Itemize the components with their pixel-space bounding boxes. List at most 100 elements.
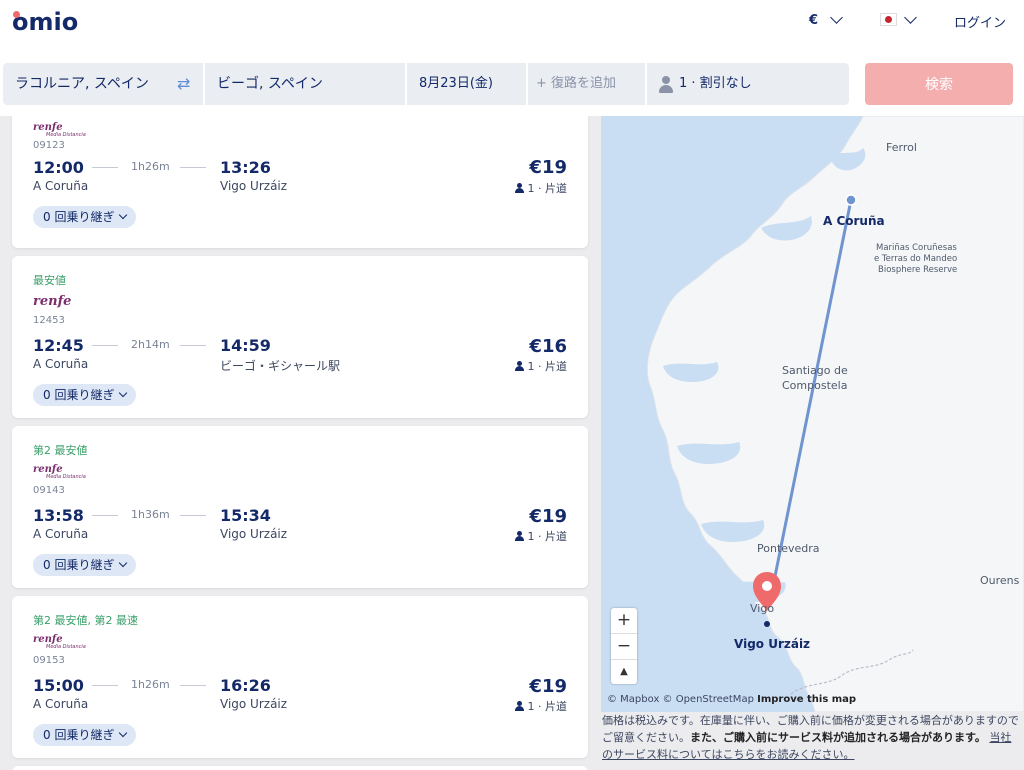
duration-line (180, 345, 206, 346)
arrival-station: Vigo Urzáiz (220, 527, 288, 541)
destination-value: ビーゴ, スペイン (217, 76, 323, 92)
passenger-text: 1 · 片道 (527, 530, 568, 543)
logo-dot (13, 11, 20, 18)
map-label-biosphere-1: Mariñas Coruñesas (876, 243, 957, 253)
duration-line (180, 685, 206, 686)
person-icon (514, 701, 524, 711)
renfe-logo: renfe (33, 294, 72, 309)
return-placeholder: + 復路を追加 (536, 76, 617, 91)
departure-station: A Coruña (33, 357, 89, 371)
map-label-santiago-2: Compostela (782, 379, 848, 392)
transfers-label: 0 回乗り継ぎ (43, 728, 115, 742)
arrival-time: 13:26 (220, 158, 271, 177)
date-field[interactable]: 8月23日(金) (407, 63, 526, 105)
price: €19 (529, 506, 567, 527)
train-number: 09123 (33, 140, 65, 151)
passenger-info: 1 · 片道 (514, 358, 567, 374)
duration: 1h26m (131, 160, 170, 173)
transfers-toggle[interactable]: 0 回乗り継ぎ (33, 206, 137, 228)
duration: 1h26m (131, 678, 170, 691)
price: €16 (529, 336, 567, 357)
chevron-down-icon[interactable] (904, 11, 917, 24)
transfers-label: 0 回乗り継ぎ (43, 558, 115, 572)
map-label-ferrol: Ferrol (886, 141, 917, 154)
passengers-field[interactable]: 1 · 割引なし (647, 63, 849, 105)
transfers-toggle[interactable]: 0 回乗り継ぎ (33, 554, 137, 576)
departure-station: A Coruña (33, 179, 89, 193)
arrival-time: 14:59 (220, 336, 271, 355)
result-card[interactable] (12, 766, 588, 770)
japan-flag-icon[interactable] (880, 13, 897, 26)
departure-time: 12:00 (33, 158, 84, 177)
destination-field[interactable]: ビーゴ, スペイン (205, 63, 405, 105)
zoom-out-button[interactable]: − (611, 634, 637, 659)
origin-dot (845, 194, 857, 206)
arrival-time: 16:26 (220, 676, 271, 695)
person-icon (659, 76, 673, 94)
duration: 2h14m (131, 338, 170, 351)
result-card[interactable]: 第2 最安値, 第2 最速 renfe Media Distancia 0915… (12, 596, 588, 758)
passenger-text: 1 · 片道 (527, 182, 568, 195)
map-attribution: © Mapbox © OpenStreetMap Improve this ma… (607, 694, 856, 705)
chevron-down-icon (119, 388, 128, 398)
transfers-label: 0 回乗り継ぎ (43, 388, 115, 402)
train-number: 12453 (33, 315, 65, 326)
arrival-station: ビーゴ・ギシャール駅 (220, 359, 341, 373)
price: €19 (529, 157, 567, 178)
transfers-toggle[interactable]: 0 回乗り継ぎ (33, 384, 137, 406)
search-button[interactable]: 検索 (865, 63, 1013, 105)
origin-field[interactable]: ラコルニア, スペイン (3, 63, 203, 105)
result-tag: 最安値 (33, 274, 66, 287)
compass-icon[interactable]: ▲ (611, 660, 637, 685)
map-label-pontevedra: Pontevedra (757, 542, 820, 555)
transfers-label: 0 回乗り継ぎ (43, 210, 115, 224)
route-map[interactable]: Ferrol A Coruña Mariñas Coruñesas e Terr… (601, 116, 1024, 712)
map-label-ourense: Ourens (980, 574, 1020, 587)
duration-line (180, 167, 206, 168)
carrier-subtitle: Media Distancia (46, 474, 86, 480)
departure-time: 13:58 (33, 506, 84, 525)
map-label-biosphere-3: Biosphere Reserve (878, 265, 958, 275)
destination-dot (764, 621, 770, 627)
person-icon (514, 531, 524, 541)
passengers-value: 1 · 割引なし (679, 76, 752, 91)
zoom-in-button[interactable]: + (611, 608, 637, 633)
omio-logo[interactable]: omio (12, 8, 78, 36)
duration-line (180, 515, 206, 516)
map-label-vigo: Vigo (750, 602, 775, 615)
person-icon (514, 183, 524, 193)
duration-line (92, 345, 118, 346)
chevron-down-icon (119, 210, 128, 220)
transfers-toggle[interactable]: 0 回乗り継ぎ (33, 724, 137, 746)
swap-icon[interactable]: ⇄ (177, 74, 195, 94)
currency-selector[interactable]: € (809, 13, 818, 28)
chevron-down-icon (119, 558, 128, 568)
disclaimer-bold-text: また、ご購入前にサービス料が追加される場合があります。 (690, 731, 986, 744)
price: €19 (529, 676, 567, 697)
departure-station: A Coruña (33, 697, 89, 711)
result-card[interactable]: renfe Media Distancia 09123 12:00 1h26m … (12, 116, 588, 248)
return-date-field[interactable]: + 復路を追加 (528, 63, 645, 105)
top-header: omio € ログイン (0, 0, 1024, 52)
train-number: 09143 (33, 485, 65, 496)
price-disclaimer: 価格は税込みです。在庫量に伴い、ご購入前に価格が変更される場合がありますのでご留… (601, 712, 1019, 763)
passenger-info: 1 · 片道 (514, 180, 568, 196)
pin-center (762, 581, 772, 591)
map-label-vigo-urzaiz: Vigo Urzáiz (734, 637, 811, 651)
result-card[interactable]: 最安値 renfe 12453 12:45 2h14m 14:59 A Coru… (12, 256, 588, 418)
date-value: 8月23日(金) (419, 76, 493, 91)
attribution-text[interactable]: © Mapbox © OpenStreetMap (607, 694, 754, 705)
improve-map-link[interactable]: Improve this map (757, 694, 856, 705)
login-link[interactable]: ログイン (954, 12, 1006, 31)
map-zoom-controls: + − ▲ (611, 608, 637, 684)
map-label-santiago-1: Santiago de (782, 364, 848, 377)
result-card[interactable]: 第2 最安値 renfe Media Distancia 09143 13:58… (12, 426, 588, 588)
duration-line (92, 685, 118, 686)
land-area (646, 116, 1024, 712)
chevron-down-icon[interactable] (830, 11, 843, 24)
train-number: 09153 (33, 655, 65, 666)
map-label-biosphere-2: e Terras do Mandeo (874, 254, 958, 264)
map-canvas[interactable] (601, 116, 1024, 712)
departure-time: 12:45 (33, 336, 84, 355)
arrival-time: 15:34 (220, 506, 271, 525)
